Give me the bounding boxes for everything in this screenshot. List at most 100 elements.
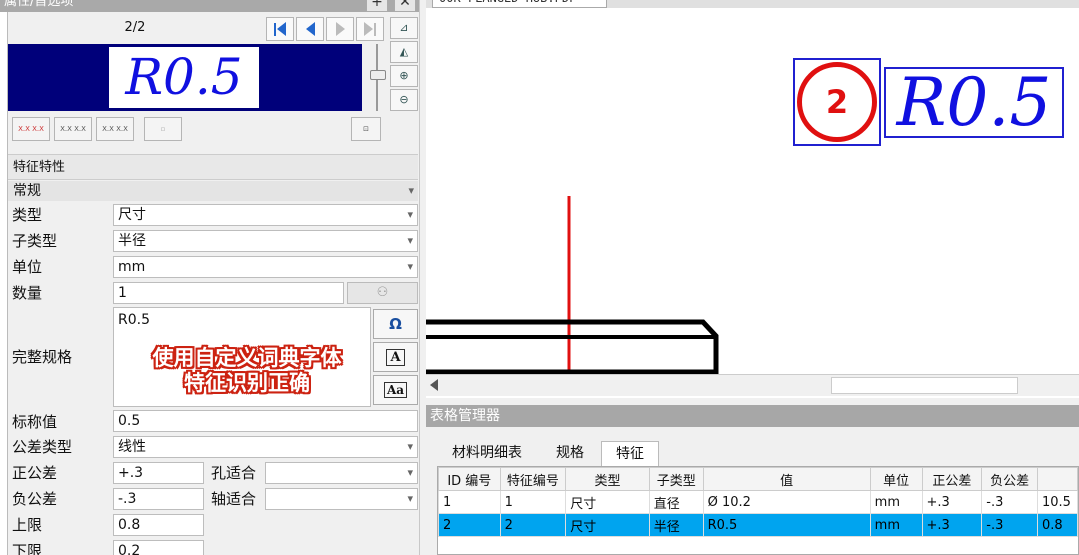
flip-tool-icon[interactable]: ◭: [390, 41, 418, 63]
font-a-icon[interactable]: A: [373, 342, 418, 372]
cell: Ø 10.2: [702, 490, 871, 514]
plus-tol-label: 正公差: [12, 464, 58, 482]
first-page-button[interactable]: [266, 17, 294, 41]
cell: 1: [438, 490, 501, 514]
table-header-row: ID 编号 特征编号 类型 子类型 值 单位 正公差 负公差: [438, 467, 1079, 491]
omega-symbol-icon[interactable]: Ω: [373, 309, 418, 339]
zoom-out-icon[interactable]: ⊖: [390, 89, 418, 111]
col-upper[interactable]: [1036, 467, 1079, 491]
annotation-note: 使用自定义词典字体 特征识别正确: [118, 346, 376, 396]
prev-icon: [305, 22, 315, 36]
subtype-label: 子类型: [12, 232, 58, 250]
capture-icon[interactable]: ⊡: [351, 117, 381, 141]
panel-title: 属性/首选项: [0, 0, 419, 12]
quantity-label: 数量: [12, 284, 43, 302]
col-type[interactable]: 类型: [565, 467, 650, 491]
col-feature-no[interactable]: 特征编号: [499, 467, 567, 491]
cell: mm: [869, 490, 923, 514]
table-row[interactable]: 1 1 尺寸 直径 Ø 10.2 mm +.3 -.3 10.5: [438, 490, 1079, 514]
last-tri-icon: [364, 22, 373, 36]
quantity-input[interactable]: 1: [113, 282, 344, 304]
dimension-callout[interactable]: R0.5: [884, 67, 1064, 138]
properties-panel: 属性/首选项 + ✕ 2/2 R0.5 ⊿ ◭ ⊕ ⊖ X.X X.X X.X …: [0, 0, 420, 555]
full-spec-value: R0.5: [118, 312, 150, 328]
format-option-1-icon[interactable]: X.X X.X: [12, 117, 50, 141]
close-button[interactable]: ✕: [394, 0, 416, 12]
tab-features[interactable]: 特征: [601, 441, 659, 467]
section-header: 特征特性: [8, 154, 418, 180]
annotation-note-line2: 特征识别正确: [184, 371, 310, 395]
side-strip: [0, 0, 8, 555]
next-icon: [335, 22, 345, 36]
prev-page-button[interactable]: [296, 17, 324, 41]
cell: 尺寸: [565, 513, 650, 537]
upper-limit-input[interactable]: 0.8: [113, 514, 204, 536]
unit-select[interactable]: mm: [113, 256, 418, 278]
format-option-2-icon[interactable]: X.X X.X: [54, 117, 92, 141]
col-id[interactable]: ID 编号: [438, 467, 501, 491]
cell: 10.5: [1036, 490, 1079, 514]
features-table: ID 编号 特征编号 类型 子类型 值 单位 正公差 负公差 1 1 尺寸 直径…: [437, 466, 1079, 555]
zoom-in-icon[interactable]: ⊕: [390, 65, 418, 87]
col-unit[interactable]: 单位: [869, 467, 923, 491]
format-option-3-icon[interactable]: X.X X.X: [96, 117, 134, 141]
cell: -.3: [981, 513, 1038, 537]
scroll-left-icon[interactable]: [430, 379, 438, 391]
last-page-button[interactable]: [356, 17, 384, 41]
features-grid: ID 编号 特征编号 类型 子类型 值 单位 正公差 负公差 1 1 尺寸 直径…: [438, 467, 1079, 537]
tab-spec[interactable]: 规格: [545, 441, 595, 465]
subtype-select[interactable]: 半径: [113, 230, 418, 252]
cell: 2: [499, 513, 567, 537]
upper-limit-label: 上限: [12, 516, 43, 534]
font-aa-icon[interactable]: Aa: [373, 375, 418, 405]
cell: 尺寸: [565, 490, 650, 514]
zoom-slider[interactable]: [364, 44, 388, 111]
tol-type-label: 公差类型: [12, 438, 73, 456]
cell: R0.5: [702, 513, 871, 537]
cell: 半径: [648, 513, 704, 537]
drawing-geometry: [426, 196, 719, 375]
lower-limit-label: 下限: [12, 542, 43, 555]
table-row-selected[interactable]: 2 2 尺寸 半径 R0.5 mm +.3 -.3 0.8: [438, 513, 1079, 537]
shaft-fit-select[interactable]: [265, 488, 418, 510]
first-tri-icon: [277, 22, 286, 36]
col-subtype[interactable]: 子类型: [648, 467, 704, 491]
category-select[interactable]: 常规: [8, 181, 418, 201]
lower-limit-input[interactable]: 0.2: [113, 540, 204, 555]
scroll-thumb[interactable]: [831, 377, 1018, 394]
cell: 1: [499, 490, 567, 514]
part-outline: [426, 319, 719, 375]
type-label: 类型: [12, 206, 43, 224]
feature-balloon[interactable]: 2: [797, 62, 877, 142]
cell: 直径: [648, 490, 704, 514]
tab-bom[interactable]: 材料明细表: [443, 441, 531, 465]
preview-text: R0.5: [109, 47, 259, 108]
nominal-input[interactable]: 0.5: [113, 410, 418, 432]
minus-tol-label: 负公差: [12, 490, 58, 508]
cell: mm: [869, 513, 923, 537]
cell: +.3: [921, 513, 983, 537]
tol-type-select[interactable]: 线性: [113, 436, 418, 458]
plus-tol-input[interactable]: +.3: [113, 462, 204, 484]
page-counter: 2/2: [124, 20, 146, 35]
type-select[interactable]: 尺寸: [113, 204, 418, 226]
balloon-group-icon[interactable]: ⚇: [347, 282, 418, 304]
minus-tol-input[interactable]: -.3: [113, 488, 204, 510]
hole-fit-label: 孔适合: [211, 464, 257, 482]
horizontal-scrollbar[interactable]: [426, 374, 1079, 396]
cell: -.3: [981, 490, 1038, 514]
feature-preview: R0.5: [8, 44, 362, 111]
format-option-4-icon[interactable]: ▫: [144, 117, 182, 141]
table-manager-title: 表格管理器: [426, 405, 1079, 427]
cell: +.3: [921, 490, 983, 514]
pin-button[interactable]: +: [366, 0, 388, 12]
next-page-button[interactable]: [326, 17, 354, 41]
unit-label: 单位: [12, 258, 43, 276]
rotate-tool-icon[interactable]: ⊿: [390, 17, 418, 39]
hole-fit-select[interactable]: [265, 462, 418, 484]
col-minus-tol[interactable]: 负公差: [981, 467, 1038, 491]
last-icon: [374, 22, 376, 36]
shaft-fit-label: 轴适合: [211, 490, 257, 508]
col-value[interactable]: 值: [702, 467, 871, 491]
col-plus-tol[interactable]: 正公差: [921, 467, 983, 491]
